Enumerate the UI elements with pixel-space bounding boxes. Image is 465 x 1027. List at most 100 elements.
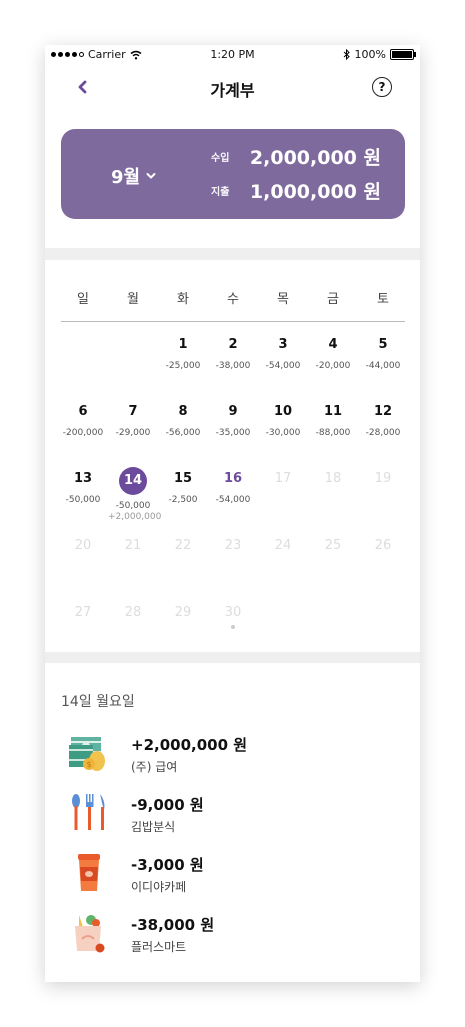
calendar-day[interactable]: 30 bbox=[208, 603, 258, 629]
coffee-cup-icon bbox=[78, 854, 100, 891]
weekday-label: 금 bbox=[327, 292, 339, 307]
transaction-item[interactable]: $ +2,000,000 원 (주) 급여 bbox=[67, 731, 397, 783]
transaction-amount: -38,000 원 bbox=[131, 916, 215, 934]
expense-label: 지출 bbox=[211, 187, 230, 198]
calendar-day[interactable]: 9 -35,000 bbox=[208, 402, 258, 438]
phone-screen: Carrier 1:20 PM 100% 가계부 ? 9월 수입 2,000,0… bbox=[45, 45, 420, 982]
day-income: +2,000,000 bbox=[108, 512, 162, 522]
calendar-day[interactable]: 8 -56,000 bbox=[158, 402, 208, 438]
calendar-day[interactable]: 26 bbox=[358, 536, 408, 556]
svg-text:$: $ bbox=[86, 760, 91, 769]
calendar-day[interactable]: 1 -25,000 bbox=[158, 335, 208, 371]
calendar-day[interactable]: 11 -88,000 bbox=[308, 402, 358, 438]
calendar-day[interactable]: 16 -54,000 bbox=[208, 469, 258, 505]
month-summary-card: 9월 수입 2,000,000 원 지출 1,000,000 원 bbox=[61, 129, 405, 219]
month-selector[interactable]: 9월 bbox=[111, 163, 156, 189]
calendar-divider bbox=[61, 321, 405, 322]
calendar-day[interactable]: 3 -54,000 bbox=[258, 335, 308, 371]
transaction-name: 플러스마트 bbox=[131, 940, 187, 954]
day-number: 24 bbox=[274, 538, 292, 553]
day-expense: -20,000 bbox=[315, 361, 351, 371]
day-number: 20 bbox=[74, 538, 92, 553]
calendar-day[interactable]: 13 -50,000 bbox=[58, 469, 108, 505]
day-expense: -54,000 bbox=[265, 361, 301, 371]
calendar-day[interactable]: 22 bbox=[158, 536, 208, 556]
transaction-name: (주) 급여 bbox=[131, 760, 178, 774]
day-number: 25 bbox=[324, 538, 342, 553]
day-number: 23 bbox=[224, 538, 242, 553]
day-expense: -56,000 bbox=[165, 428, 201, 438]
day-number: 10 bbox=[273, 404, 293, 419]
calendar-day[interactable]: 17 bbox=[258, 469, 308, 489]
day-number: 4 bbox=[328, 337, 338, 352]
day-number: 27 bbox=[74, 605, 92, 620]
bluetooth-icon bbox=[343, 49, 350, 60]
day-number: 1 bbox=[178, 337, 188, 352]
day-number: 12 bbox=[373, 404, 393, 419]
weekday-label: 토 bbox=[377, 292, 389, 307]
day-expense: -200,000 bbox=[62, 428, 104, 438]
calendar-day[interactable]: 25 bbox=[308, 536, 358, 556]
calendar-day[interactable]: 21 bbox=[108, 536, 158, 556]
calendar-day[interactable]: 18 bbox=[308, 469, 358, 489]
transaction-name: 김밥분식 bbox=[131, 820, 176, 834]
day-number: 9 bbox=[228, 404, 238, 419]
day-expense: -50,000 bbox=[65, 495, 101, 505]
calendar-day[interactable]: 14 -50,000 +2,000,000 bbox=[108, 467, 162, 522]
day-expense: -30,000 bbox=[265, 428, 301, 438]
day-number: 21 bbox=[124, 538, 142, 553]
calendar-day[interactable]: 15 -2,500 bbox=[158, 469, 208, 505]
day-number: 16 bbox=[223, 471, 243, 486]
expense-amount: 1,000,000 원 bbox=[249, 181, 381, 203]
weekday-label: 화 bbox=[177, 292, 189, 307]
expense-row: 지출 1,000,000 원 bbox=[211, 177, 381, 204]
day-expense: -54,000 bbox=[215, 495, 251, 505]
weekday-label: 일 bbox=[77, 292, 89, 307]
transaction-name: 이디야카페 bbox=[131, 880, 187, 894]
weekday-label: 월 bbox=[127, 292, 139, 307]
page-title: 가계부 bbox=[210, 81, 255, 100]
calendar-day[interactable]: 2 -38,000 bbox=[208, 335, 258, 371]
transaction-list: 14일 월요일 $ +2,000,000 원 (주) 급여 -9,000 원 김… bbox=[45, 663, 420, 982]
transaction-amount: -3,000 원 bbox=[131, 856, 204, 874]
transaction-item[interactable]: -9,000 원 김밥분식 bbox=[67, 791, 397, 843]
income-label: 수입 bbox=[211, 153, 230, 164]
transaction-item[interactable]: -3,000 원 이디야카페 bbox=[67, 851, 397, 903]
status-bar: Carrier 1:20 PM 100% bbox=[45, 45, 420, 65]
calendar-day[interactable]: 19 bbox=[358, 469, 408, 489]
calendar-day[interactable]: 6 -200,000 bbox=[58, 402, 108, 438]
income-row: 수입 2,000,000 원 bbox=[211, 143, 381, 170]
calendar-day[interactable]: 29 bbox=[158, 603, 208, 623]
day-number: 28 bbox=[124, 605, 142, 620]
calendar-day[interactable]: 7 -29,000 bbox=[108, 402, 158, 438]
day-number: 30 bbox=[224, 605, 242, 620]
calendar: 일 월 화 수 목 금 토 1 -25,000 2 -38,000 3 -54,000 4 -20,000… bbox=[45, 260, 420, 652]
day-expense: -29,000 bbox=[115, 428, 151, 438]
day-number: 3 bbox=[278, 337, 288, 352]
list-date: 14일 월요일 bbox=[61, 694, 135, 710]
day-number: 18 bbox=[324, 471, 342, 486]
calendar-day[interactable]: 10 -30,000 bbox=[258, 402, 308, 438]
day-number: 5 bbox=[378, 337, 388, 352]
day-expense: -2,500 bbox=[168, 495, 198, 505]
day-number: 17 bbox=[274, 471, 292, 486]
grocery-bag-icon bbox=[75, 915, 105, 953]
weekday-label: 목 bbox=[277, 292, 289, 307]
calendar-day[interactable]: 24 bbox=[258, 536, 308, 556]
transaction-item[interactable]: -38,000 원 플러스마트 bbox=[67, 911, 397, 963]
month-label: 9월 bbox=[111, 167, 141, 188]
status-right: 100% bbox=[343, 48, 416, 61]
calendar-day[interactable]: 27 bbox=[58, 603, 108, 623]
calendar-day[interactable]: 20 bbox=[58, 536, 108, 556]
calendar-day[interactable]: 4 -20,000 bbox=[308, 335, 358, 371]
chevron-down-icon bbox=[146, 173, 156, 179]
calendar-day[interactable]: 23 bbox=[208, 536, 258, 556]
money-icon: $ bbox=[69, 737, 105, 771]
calendar-day[interactable]: 5 -44,000 bbox=[358, 335, 408, 371]
day-expense: -28,000 bbox=[365, 428, 401, 438]
calendar-day[interactable]: 12 -28,000 bbox=[358, 402, 408, 438]
weekday-label: 수 bbox=[227, 292, 239, 307]
calendar-day[interactable]: 28 bbox=[108, 603, 158, 623]
transaction-amount: -9,000 원 bbox=[131, 796, 204, 814]
help-icon[interactable]: ? bbox=[372, 77, 392, 97]
